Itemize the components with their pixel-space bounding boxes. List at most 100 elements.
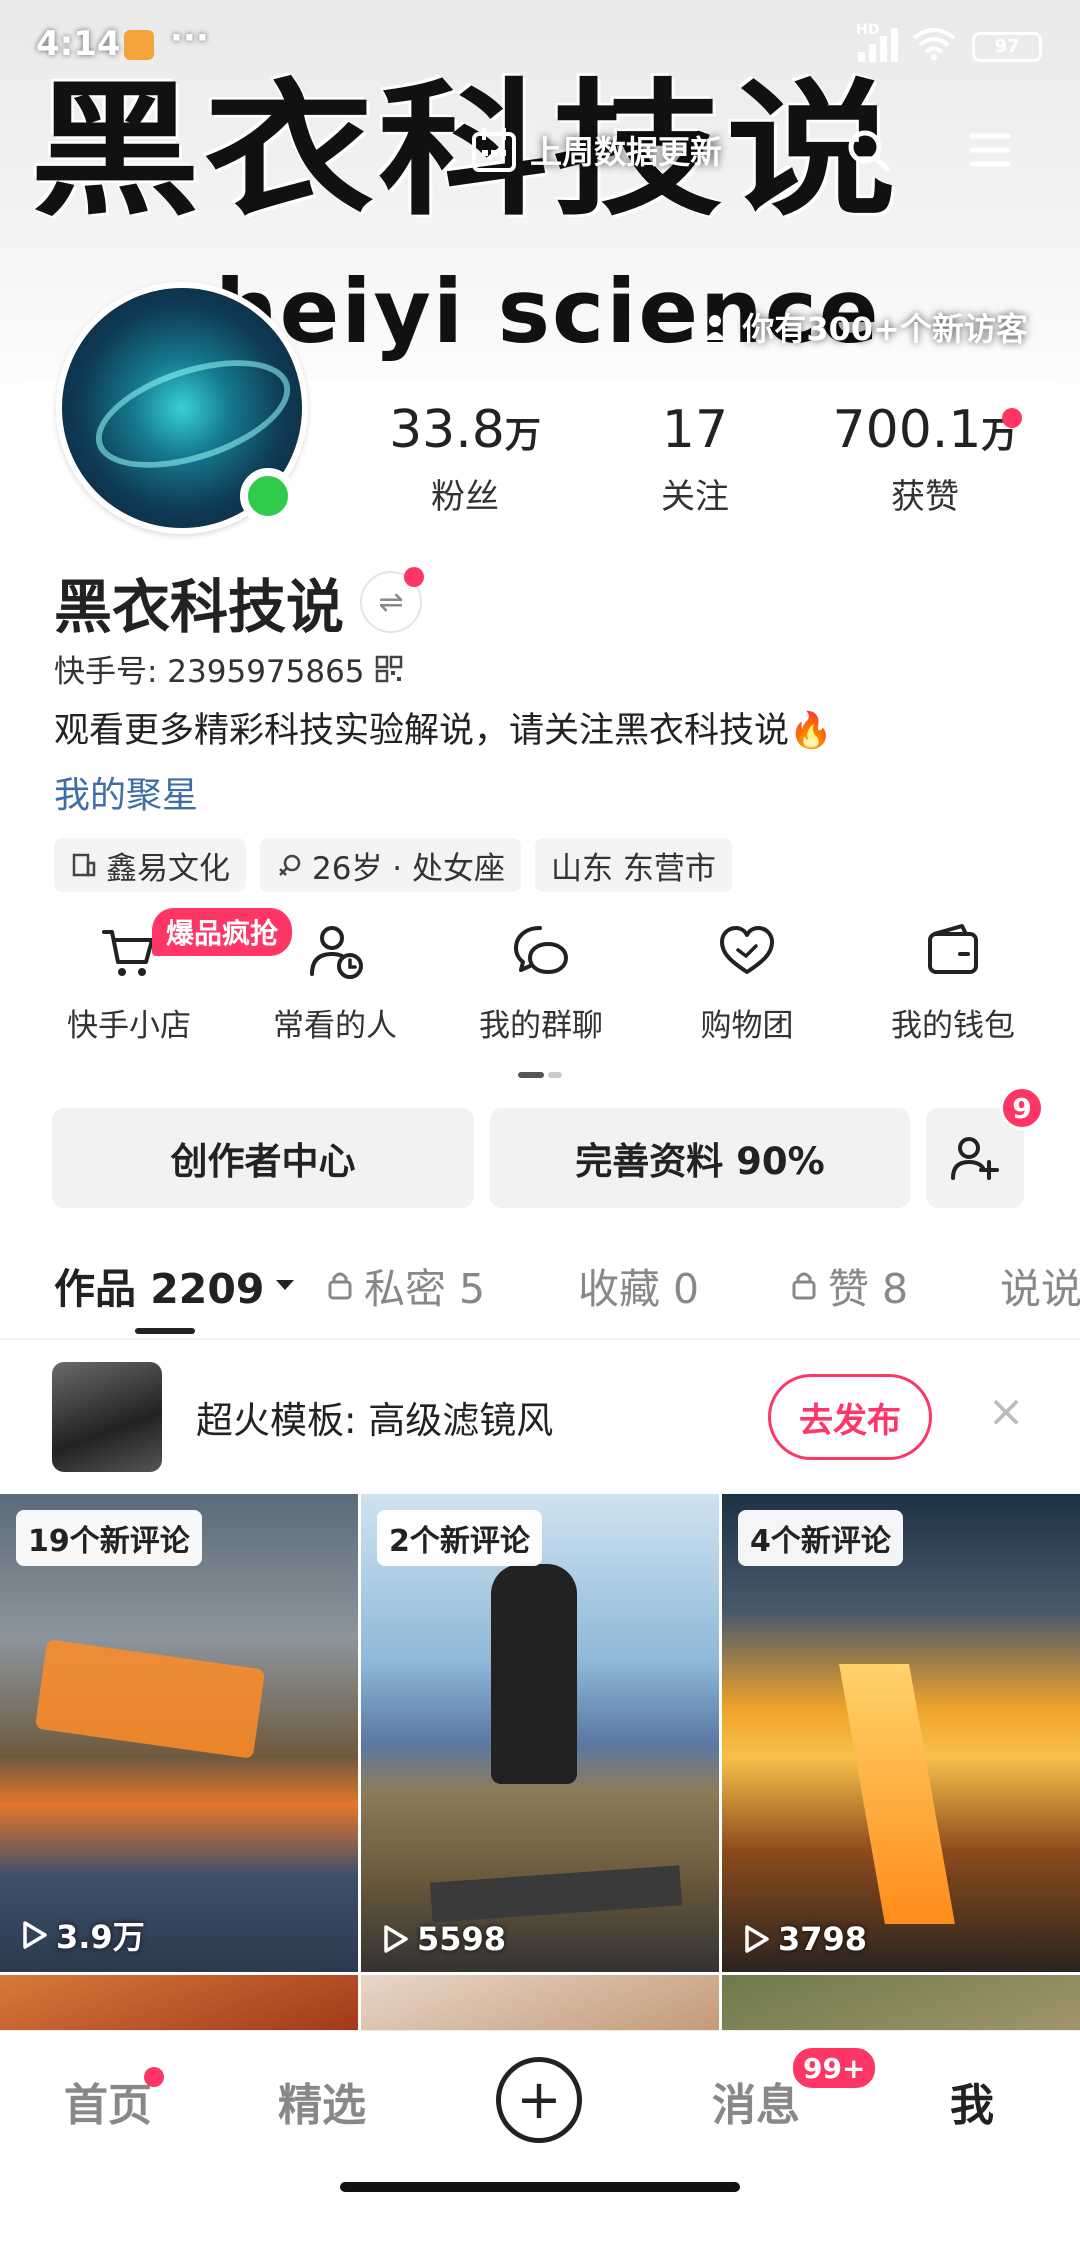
add-friend-badge: 9: [1000, 1086, 1044, 1130]
weekly-data-update-button[interactable]: 上周数据更新: [470, 118, 722, 182]
stat-likes-label: 获赞: [891, 477, 959, 518]
profile-stats: 33.8万 粉丝 17 关注 700.1万 获赞: [350, 400, 1040, 518]
menu-icon[interactable]: [966, 126, 1014, 174]
nav-home[interactable]: 首页: [64, 2067, 164, 2133]
template-text: 超火模板: 高级滤镜风: [196, 1399, 554, 1442]
tab-favorites-label: 收藏 0: [578, 1265, 700, 1313]
stat-following[interactable]: 17 关注: [580, 400, 810, 518]
video-new-comments-badge: 4个新评论: [738, 1510, 903, 1566]
cart-icon: [102, 930, 154, 976]
video-new-comments-badge: 2个新评论: [377, 1510, 542, 1566]
nav-messages[interactable]: 消息 99+: [712, 2045, 879, 2133]
create-post-button[interactable]: +: [496, 2057, 582, 2143]
likes-notification-dot: [1002, 408, 1022, 428]
complete-profile-button[interactable]: 完善资料 90%: [490, 1108, 910, 1208]
gender-icon: [279, 854, 301, 876]
kuaishou-id-text: 快手号: 2395975865: [54, 654, 365, 690]
shortcut-my-group-chats[interactable]: 我的群聊: [446, 920, 636, 1045]
switch-notification-dot: [404, 567, 425, 587]
play-icon: [745, 1925, 769, 1953]
stat-following-number: 17: [661, 400, 729, 460]
stat-likes[interactable]: 700.1万 获赞: [810, 400, 1040, 518]
switch-account-button[interactable]: ⇌: [360, 567, 425, 633]
hot-deal-badge: 爆品疯抢: [152, 908, 293, 956]
close-icon[interactable]: ×: [986, 1390, 1026, 1434]
video-card[interactable]: 4个新评论 3798: [722, 1494, 1080, 1972]
video-play-count: 3798: [744, 1920, 867, 1958]
heart-icon: [720, 926, 774, 974]
video-play-count: 5598: [383, 1920, 506, 1958]
new-visitors-link[interactable]: 你有300+个新访客: [704, 304, 1028, 350]
tag-company-label: 鑫易文化: [106, 850, 230, 887]
tag-age: 26岁 · 处女座: [260, 838, 522, 892]
tag-location-label: 山东 东营市: [551, 850, 716, 887]
tag-company[interactable]: 鑫易文化: [54, 838, 246, 892]
nav-messages-label: 消息: [712, 2080, 800, 2131]
template-banner: 超火模板: 高级滤镜风 去发布 ×: [0, 1340, 1080, 1492]
template-thumbnail[interactable]: [52, 1362, 162, 1472]
status-more-dots: ···: [170, 18, 209, 58]
status-time: 4:14: [36, 24, 121, 64]
video-play-count-text: 3.9万: [56, 1918, 145, 1956]
switch-icon: ⇌: [378, 584, 404, 620]
nav-me[interactable]: 我: [950, 2069, 994, 2133]
video-card[interactable]: 2个新评论 5598: [361, 1494, 719, 1972]
stat-likes-number: 700.1: [832, 400, 982, 460]
creator-center-button[interactable]: 创作者中心: [52, 1108, 474, 1208]
notification-app-icon: [124, 30, 154, 60]
play-icon: [384, 1925, 408, 1953]
profile-action-buttons: 创作者中心 完善资料 90% 9: [52, 1086, 1044, 1208]
shortcut-pager: [518, 1072, 562, 1078]
my-juxing-link[interactable]: 我的聚星: [54, 766, 198, 818]
visitor-icon: [705, 315, 726, 340]
search-icon[interactable]: [844, 126, 892, 174]
person-clock-icon: [310, 926, 363, 979]
tab-likes[interactable]: 赞 8: [790, 1255, 1000, 1315]
shortcut-shopping-group[interactable]: 购物团: [652, 920, 842, 1045]
wifi-icon: [912, 28, 956, 60]
video-play-count-text: 3798: [778, 1920, 868, 1958]
bio-text: 观看更多精彩科技实验解说，请关注黑衣科技说: [54, 711, 790, 751]
nav-featured[interactable]: 精选: [278, 2069, 366, 2133]
qr-code-icon: [375, 655, 402, 682]
video-card[interactable]: 19个新评论 3.9万: [0, 1494, 358, 1972]
caret-down-icon: [276, 1280, 295, 1290]
lock-icon: [328, 1272, 352, 1300]
active-tab-indicator: [135, 1328, 195, 1334]
content-tabs: 作品 2209 私密 5 收藏 0 赞 8 说说: [54, 1230, 1080, 1340]
stat-followers-number: 33.8: [389, 400, 505, 460]
stat-followers-label: 粉丝: [431, 477, 499, 518]
chat-icon: [514, 926, 569, 975]
play-icon: [23, 1921, 47, 1949]
kuaishou-id[interactable]: 快手号: 2395975865: [54, 646, 403, 691]
stat-followers[interactable]: 33.8万 粉丝: [350, 400, 580, 518]
video-play-count: 3.9万: [22, 1912, 145, 1958]
tag-location: 山东 东营市: [535, 838, 732, 892]
add-friend-button[interactable]: 9: [926, 1086, 1044, 1208]
tab-works[interactable]: 作品 2209: [54, 1255, 326, 1315]
signal-icon: [858, 26, 898, 62]
tab-favorites[interactable]: 收藏 0: [578, 1255, 790, 1315]
publish-button[interactable]: 去发布: [768, 1374, 932, 1460]
wallet-icon: [928, 924, 978, 974]
home-indicator: [340, 2182, 740, 2192]
fire-icon: 🔥: [789, 711, 833, 751]
video-new-comments-badge: 19个新评论: [16, 1510, 202, 1566]
profile-name: 黑衣科技说: [54, 573, 345, 641]
video-play-count-text: 5598: [417, 1920, 507, 1958]
new-visitors-text: 你有300+个新访客: [742, 310, 1028, 348]
stat-followers-unit: 万: [504, 415, 541, 456]
lock-icon: [792, 1272, 816, 1300]
tab-private[interactable]: 私密 5: [326, 1255, 578, 1315]
tab-posts[interactable]: 说说: [1000, 1255, 1080, 1315]
tab-works-label: 作品 2209: [54, 1265, 265, 1313]
profile-bio: 观看更多精彩科技实验解说，请关注黑衣科技说🔥: [54, 702, 833, 753]
nav-home-label: 首页: [64, 2080, 152, 2131]
stat-following-label: 关注: [661, 477, 729, 518]
home-notification-dot: [144, 2067, 164, 2087]
shortcut-my-wallet[interactable]: 我的钱包: [858, 920, 1048, 1045]
weekly-data-update-label: 上周数据更新: [530, 133, 723, 171]
battery-icon: 97: [972, 32, 1042, 62]
status-bar: 4:14 ··· HD 97: [0, 0, 1080, 92]
shortcut-my-group-chats-label: 我的群聊: [479, 1008, 603, 1044]
